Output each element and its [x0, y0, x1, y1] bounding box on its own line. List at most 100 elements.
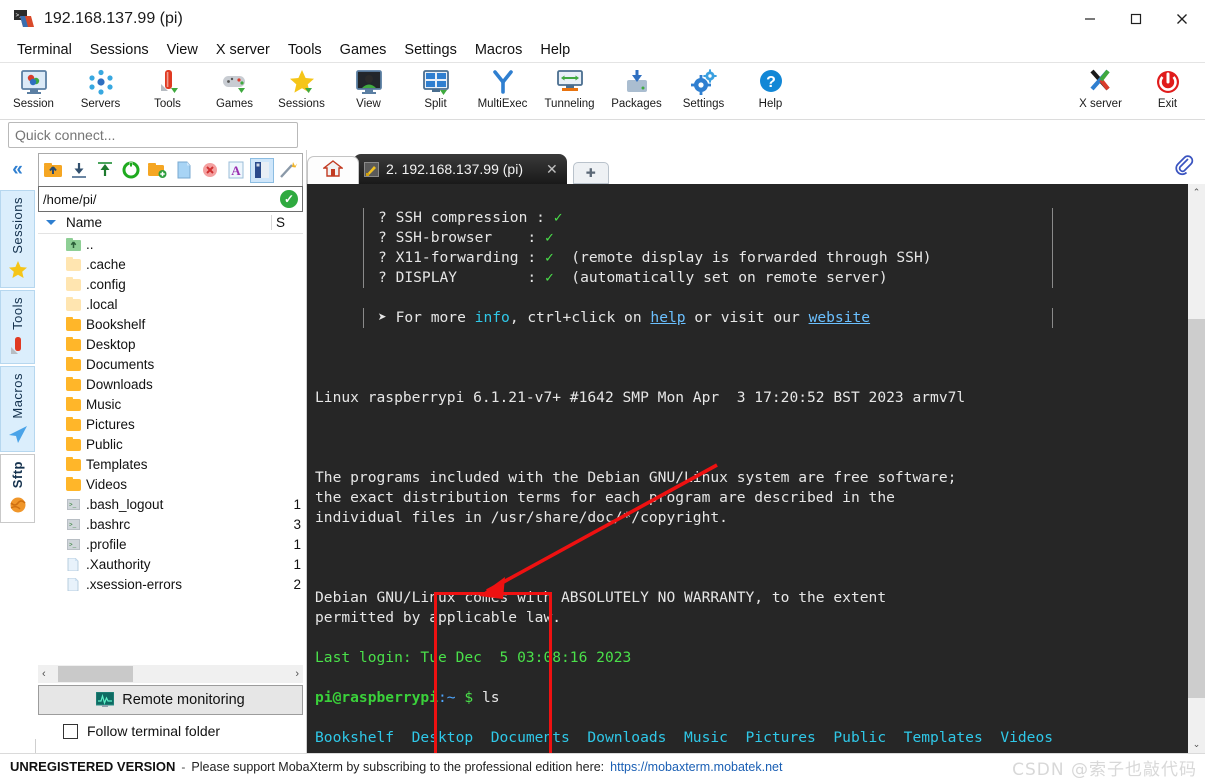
- ribbon-view-button[interactable]: View: [335, 63, 402, 110]
- list-item[interactable]: Videos: [38, 474, 303, 494]
- list-item[interactable]: Templates: [38, 454, 303, 474]
- terminal-info-check-icon: ✓: [553, 209, 563, 226]
- scroll-thumb[interactable]: [1188, 319, 1205, 698]
- file-name: .bashrc: [86, 516, 131, 532]
- close-icon[interactable]: ✕: [546, 161, 558, 178]
- magic-wand-icon[interactable]: [276, 158, 300, 183]
- menu-terminal[interactable]: Terminal: [8, 40, 81, 60]
- ribbon-tools-button[interactable]: Tools: [134, 63, 201, 110]
- ribbon-servers-button[interactable]: Servers: [67, 63, 134, 110]
- terminal-footer-mid2: or visit our: [685, 309, 809, 326]
- x-server-icon: [1086, 67, 1116, 97]
- scroll-down-arrow-icon[interactable]: ⌄: [1188, 736, 1205, 753]
- ribbon-split-button[interactable]: Split: [402, 63, 469, 110]
- sftp-file-list[interactable]: .. .cache .config .local Bookshelf Deskt…: [38, 234, 303, 665]
- terminal-tab-active[interactable]: 2. 192.168.137.99 (pi) ✕: [353, 154, 567, 184]
- list-item[interactable]: Public: [38, 434, 303, 454]
- ribbon-settings-button[interactable]: Settings: [670, 63, 737, 110]
- menu-macros[interactable]: Macros: [466, 40, 532, 60]
- follow-terminal-folder-row[interactable]: Follow terminal folder: [38, 723, 303, 739]
- follow-terminal-checkbox[interactable]: [63, 723, 78, 739]
- column-header-name[interactable]: Name: [66, 215, 271, 230]
- list-item[interactable]: Pictures: [38, 414, 303, 434]
- terminal-footer-mid: , ctrl+click on: [509, 309, 651, 326]
- home-tab[interactable]: [307, 156, 359, 184]
- new-tab-button[interactable]: ✚: [572, 162, 609, 184]
- menu-sessions[interactable]: Sessions: [81, 40, 158, 60]
- ribbon-sessions-button[interactable]: Sessions: [268, 63, 335, 110]
- sidebar-item-tools[interactable]: Tools: [0, 289, 35, 364]
- list-item[interactable]: Desktop: [38, 334, 303, 354]
- remote-monitoring-button[interactable]: Remote monitoring: [38, 685, 303, 715]
- scroll-track[interactable]: [1188, 201, 1205, 736]
- tools-knife-icon: [153, 67, 183, 97]
- download-icon[interactable]: [67, 158, 91, 183]
- packages-download-icon: [622, 67, 652, 97]
- terminal-link-website[interactable]: website: [809, 309, 871, 326]
- scroll-right-arrow-icon[interactable]: ›: [295, 668, 303, 680]
- maximize-button[interactable]: [1113, 0, 1159, 38]
- menu-settings[interactable]: Settings: [395, 40, 465, 60]
- scroll-up-arrow-icon[interactable]: ⌃: [1188, 184, 1205, 201]
- list-item[interactable]: .local: [38, 294, 303, 314]
- list-item[interactable]: .cache: [38, 254, 303, 274]
- list-item[interactable]: Documents: [38, 354, 303, 374]
- sidebar-item-sftp[interactable]: Sftp: [0, 454, 35, 523]
- ribbon-label: Sessions: [278, 98, 325, 110]
- menu-help[interactable]: Help: [531, 40, 579, 60]
- terminal-output[interactable]: ? SSH compression : ✓ ? SSH-browser : ✓ …: [307, 184, 1188, 753]
- scroll-left-arrow-icon[interactable]: ‹: [38, 668, 46, 680]
- list-item[interactable]: .config: [38, 274, 303, 294]
- text-mode-icon[interactable]: A: [224, 158, 248, 183]
- terminal-last-login: Last login: Tue Dec 5 03:08:16 2023: [315, 649, 632, 666]
- ribbon-tunneling-button[interactable]: Tunneling: [536, 63, 603, 110]
- list-item[interactable]: Bookshelf: [38, 314, 303, 334]
- list-item[interactable]: >_ .bash_logout 1: [38, 494, 303, 514]
- binary-mode-icon[interactable]: [249, 157, 274, 183]
- terminal-link-info[interactable]: info: [475, 309, 510, 326]
- folder-up-icon[interactable]: [41, 158, 65, 183]
- paperclip-icon[interactable]: [1173, 154, 1195, 176]
- terminal-link-help[interactable]: help: [650, 309, 685, 326]
- list-item[interactable]: Downloads: [38, 374, 303, 394]
- folder-icon: [66, 336, 81, 351]
- list-item[interactable]: Music: [38, 394, 303, 414]
- ribbon-multiexec-button[interactable]: MultiExec: [469, 63, 536, 110]
- ribbon-packages-button[interactable]: Packages: [603, 63, 670, 110]
- ribbon-session-button[interactable]: Session: [0, 63, 67, 110]
- upload-icon[interactable]: [93, 158, 117, 183]
- new-folder-icon[interactable]: [145, 158, 169, 183]
- list-item[interactable]: ..: [38, 234, 303, 254]
- ribbon-x-server-button[interactable]: X server: [1067, 63, 1134, 110]
- list-item[interactable]: .xsession-errors 2: [38, 574, 303, 594]
- column-header-size[interactable]: S: [271, 215, 303, 230]
- close-button[interactable]: [1159, 0, 1205, 38]
- menu-view[interactable]: View: [158, 40, 207, 60]
- terminal-scrollbar[interactable]: ⌃ ⌄: [1188, 184, 1205, 753]
- ribbon-help-button[interactable]: ? Help: [737, 63, 804, 110]
- rail-label: Tools: [10, 296, 25, 330]
- status-bar: UNREGISTERED VERSION - Please support Mo…: [0, 753, 1205, 780]
- menu-games[interactable]: Games: [331, 40, 396, 60]
- svg-text:>_: >_: [69, 501, 77, 508]
- sftp-horizontal-scrollbar[interactable]: ‹ ›: [38, 665, 303, 683]
- scroll-thumb[interactable]: [58, 666, 133, 682]
- list-item[interactable]: >_ .profile 1: [38, 534, 303, 554]
- refresh-icon[interactable]: [119, 158, 143, 183]
- chevron-double-left-icon[interactable]: «: [0, 150, 35, 190]
- status-url-link[interactable]: https://mobaxterm.mobatek.net: [610, 760, 782, 774]
- minimize-button[interactable]: [1067, 0, 1113, 38]
- list-item[interactable]: >_ .bashrc 3: [38, 514, 303, 534]
- menu-tools[interactable]: Tools: [279, 40, 331, 60]
- ribbon-exit-button[interactable]: Exit: [1134, 63, 1201, 110]
- ribbon-games-button[interactable]: Games: [201, 63, 268, 110]
- delete-icon[interactable]: [198, 158, 222, 183]
- list-item[interactable]: .Xauthority 1: [38, 554, 303, 574]
- menu-x-server[interactable]: X server: [207, 40, 279, 60]
- quick-connect-input[interactable]: [8, 122, 298, 148]
- sort-caret-icon[interactable]: [46, 220, 56, 225]
- new-file-icon[interactable]: [171, 158, 195, 183]
- sftp-path-field[interactable]: /home/pi/ ✓: [38, 186, 303, 212]
- sidebar-item-sessions[interactable]: Sessions: [0, 190, 35, 288]
- sidebar-item-macros[interactable]: Macros: [0, 365, 35, 453]
